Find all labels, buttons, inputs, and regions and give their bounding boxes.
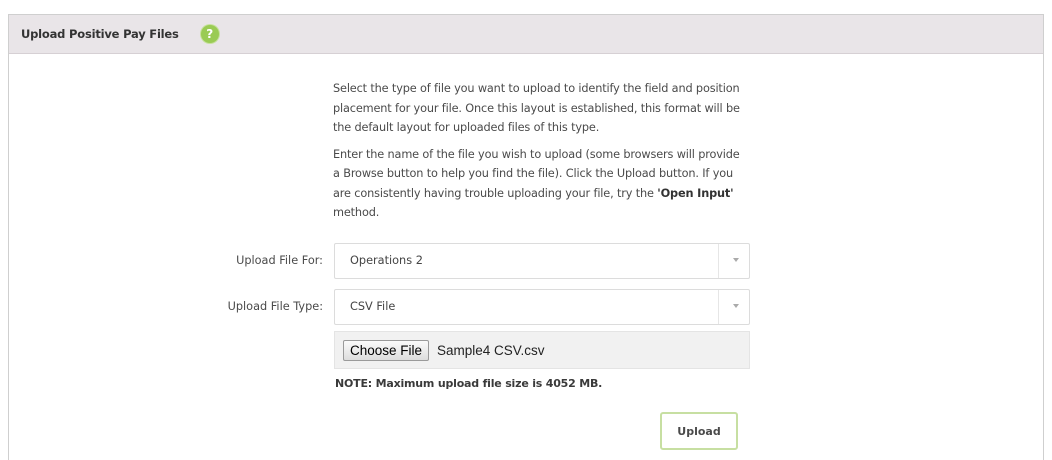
chevron-down-icon[interactable]: [733, 304, 739, 308]
instructions-paragraph-2-end: method.: [333, 206, 380, 219]
upload-for-row: Upload File For: Operations 2: [9, 243, 1045, 279]
select-divider: [718, 290, 719, 324]
instructions-paragraph-2: Enter the name of the file you wish to u…: [333, 145, 749, 223]
upload-type-value: CSV File: [350, 300, 396, 313]
open-input-reference: 'Open Input': [657, 186, 734, 200]
select-divider: [718, 244, 719, 278]
upload-type-row: Upload File Type: CSV File: [9, 289, 1045, 325]
upload-type-select[interactable]: CSV File: [334, 289, 750, 325]
upload-type-label: Upload File Type:: [227, 300, 323, 313]
choose-file-button[interactable]: Choose File: [343, 340, 430, 361]
upload-for-select[interactable]: Operations 2: [334, 243, 750, 279]
question-mark-icon[interactable]: ?: [200, 25, 219, 43]
page-title: Upload Positive Pay Files: [21, 27, 179, 41]
panel-header: Upload Positive Pay Files ?: [9, 15, 1043, 54]
selected-file-name: Sample4 CSV.csv: [437, 343, 545, 358]
upload-button[interactable]: Upload: [660, 412, 738, 450]
instructions-paragraph-1: Select the type of file you want to uplo…: [333, 82, 740, 134]
max-size-note: NOTE: Maximum upload file size is 4052 M…: [335, 377, 603, 390]
upload-panel: Upload Positive Pay Files ? Select the t…: [8, 14, 1044, 460]
file-input-area: Choose File Sample4 CSV.csv: [334, 331, 750, 369]
chevron-down-icon[interactable]: [733, 258, 739, 262]
upload-for-value: Operations 2: [350, 254, 423, 267]
instructions: Select the type of file you want to uplo…: [333, 79, 749, 230]
upload-for-label: Upload File For:: [236, 254, 323, 267]
